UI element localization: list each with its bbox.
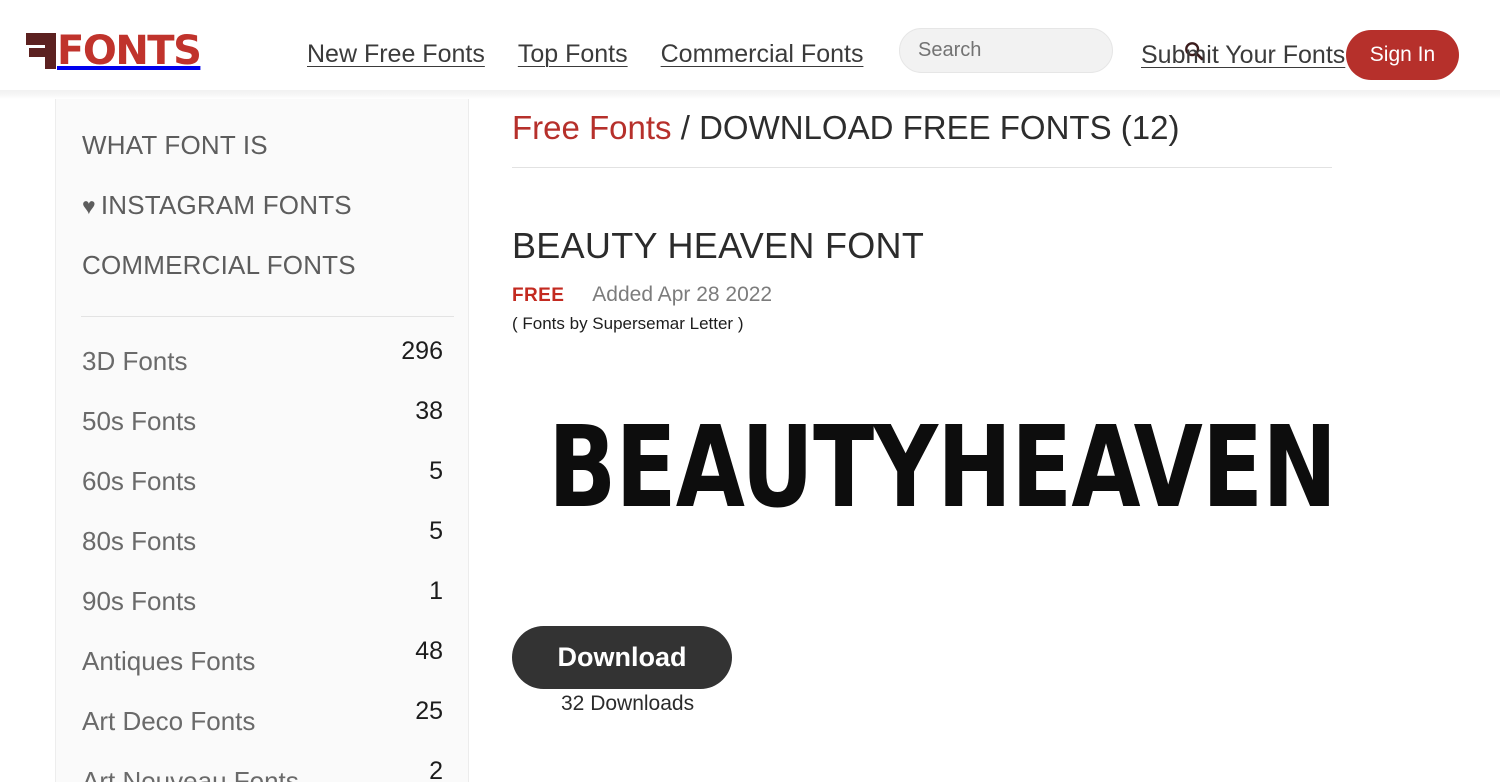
category-label: Art Deco Fonts xyxy=(82,706,256,736)
category-count: 2 xyxy=(429,757,443,782)
sidebar-divider xyxy=(81,316,454,317)
sidebar-category-art-deco-fonts[interactable]: Art Deco Fonts 25 xyxy=(56,689,468,749)
sidebar-category-art-nouveau-fonts[interactable]: Art Nouveau Fonts 2 xyxy=(56,749,468,782)
download-count: 32 Downloads xyxy=(561,692,695,715)
category-label: 90s Fonts xyxy=(82,586,197,616)
sidebar-category-3d-fonts[interactable]: 3D Fonts 296 xyxy=(56,329,468,389)
price-badge: FREE xyxy=(512,285,565,306)
sidebar-category-antiques-fonts[interactable]: Antiques Fonts 48 xyxy=(56,629,468,689)
breadcrumb-separator: / xyxy=(671,109,700,146)
nav-commercial-fonts[interactable]: Commercial Fonts xyxy=(661,40,864,69)
sidebar-item-commercial-fonts[interactable]: COMMERCIAL FONTS xyxy=(56,235,468,295)
category-label: 3D Fonts xyxy=(82,346,188,376)
font-meta-row: FREE Added Apr 28 2022 xyxy=(512,283,772,307)
category-label: 50s Fonts xyxy=(82,406,197,436)
sidebar-item-what-font-is[interactable]: WHAT FONT IS xyxy=(56,115,468,175)
submit-your-fonts-link[interactable]: Submit Your Fonts xyxy=(1141,41,1345,70)
breadcrumb-current: DOWNLOAD FREE FONTS (12) xyxy=(699,109,1180,146)
heart-icon: ♥ xyxy=(82,193,96,219)
sidebar-item-label: WHAT FONT IS xyxy=(82,130,268,160)
category-count: 296 xyxy=(401,337,443,365)
nav-top-fonts[interactable]: Top Fonts xyxy=(518,40,628,69)
primary-nav: New Free Fonts Top Fonts Commercial Font… xyxy=(307,40,863,69)
breadcrumb: Free Fonts / DOWNLOAD FREE FONTS (12) xyxy=(512,108,1179,148)
fonts-download-page: FONTS New Free Fonts Top Fonts Commercia… xyxy=(0,0,1500,782)
nav-new-free-fonts[interactable]: New Free Fonts xyxy=(307,40,485,69)
site-header: FONTS New Free Fonts Top Fonts Commercia… xyxy=(0,0,1500,90)
download-button[interactable]: Download xyxy=(512,626,732,689)
category-label: Antiques Fonts xyxy=(82,646,256,676)
category-count: 5 xyxy=(429,457,443,485)
category-count: 25 xyxy=(415,697,443,725)
font-author: ( Fonts by Supersemar Letter ) xyxy=(512,314,744,333)
sidebar-item-instagram-fonts[interactable]: ♥ INSTAGRAM FONTS xyxy=(56,175,468,235)
category-label: Art Nouveau Fonts xyxy=(82,766,299,782)
page-title: BEAUTY HEAVEN FONT xyxy=(512,225,925,266)
logo-text: FONTS xyxy=(57,28,202,74)
category-count: 38 xyxy=(415,397,443,425)
sidebar-category-90s-fonts[interactable]: 90s Fonts 1 xyxy=(56,569,468,629)
category-label: 80s Fonts xyxy=(82,526,197,556)
reverse-f-mark-icon xyxy=(26,33,56,69)
sidebar: WHAT FONT IS ♥ INSTAGRAM FONTS COMMERCIAL… xyxy=(55,99,469,782)
category-count: 48 xyxy=(415,637,443,665)
sidebar-category-80s-fonts[interactable]: 80s Fonts 5 xyxy=(56,509,468,569)
search-box[interactable] xyxy=(899,28,1204,73)
main-content: Free Fonts / DOWNLOAD FREE FONTS (12) BE… xyxy=(470,99,1500,782)
category-count: 5 xyxy=(429,517,443,545)
sign-in-button[interactable]: Sign In xyxy=(1346,30,1459,80)
breadcrumb-rule xyxy=(512,167,1332,168)
category-count: 1 xyxy=(429,577,443,605)
header-shadow xyxy=(0,90,1500,99)
sidebar-category-50s-fonts[interactable]: 50s Fonts 38 xyxy=(56,389,468,449)
font-preview: BEAUTYHEAVEN xyxy=(512,367,1372,567)
sidebar-item-label: INSTAGRAM FONTS xyxy=(100,190,352,220)
site-logo[interactable]: FONTS xyxy=(26,28,202,74)
font-preview-text: BEAUTYHEAVEN xyxy=(547,401,1337,533)
breadcrumb-link-free-fonts[interactable]: Free Fonts xyxy=(512,109,672,146)
sidebar-category-list: 3D Fonts 296 50s Fonts 38 60s Fonts 5 80… xyxy=(56,329,468,782)
added-date: Added Apr 28 2022 xyxy=(592,283,773,306)
sidebar-item-label: COMMERCIAL FONTS xyxy=(82,250,356,280)
sidebar-category-60s-fonts[interactable]: 60s Fonts 5 xyxy=(56,449,468,509)
category-label: 60s Fonts xyxy=(82,466,197,496)
